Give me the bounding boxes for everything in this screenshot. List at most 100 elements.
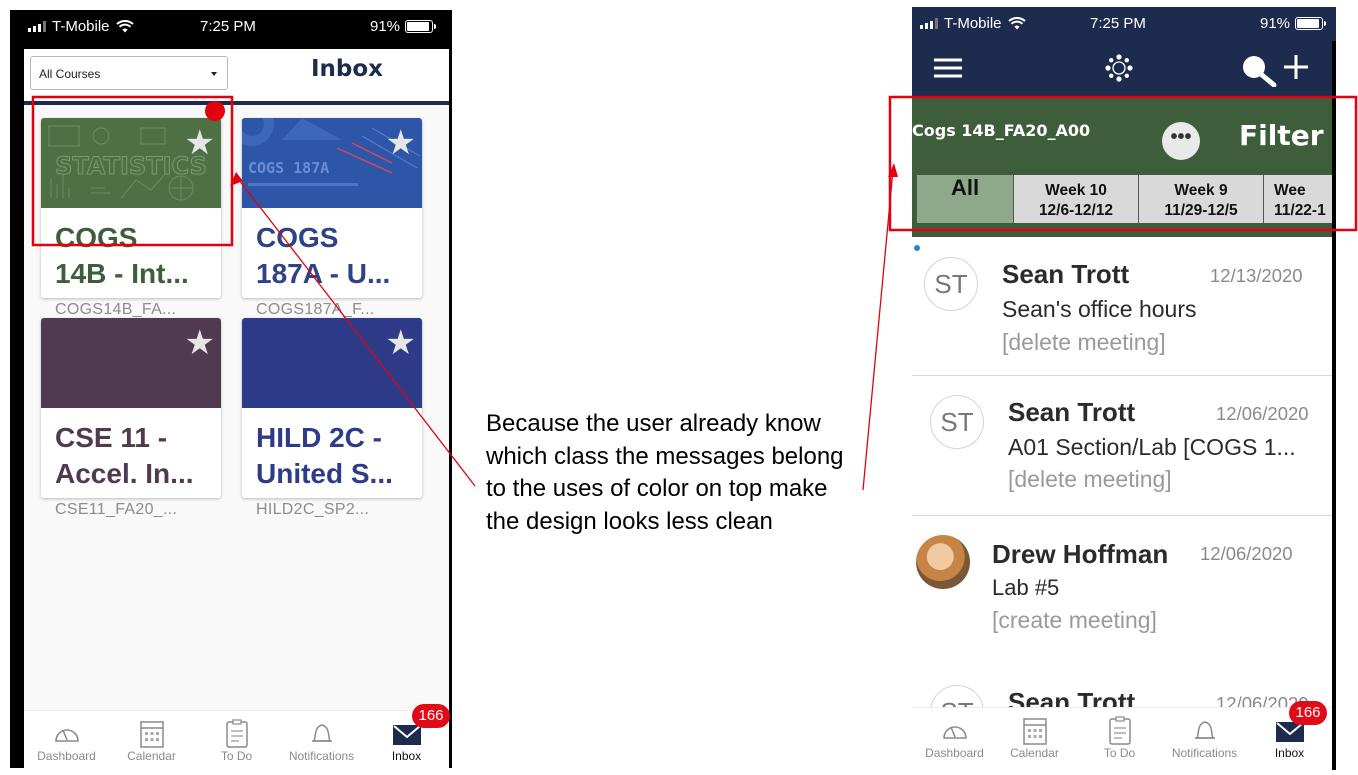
search-icon[interactable]: [1240, 53, 1278, 87]
todo-icon: [1108, 716, 1131, 745]
annotation-note: Because the user already know which clas…: [486, 410, 844, 535]
tab-notifications[interactable]: Notifications: [1162, 708, 1247, 770]
message-meeting-status[interactable]: [delete meeting]: [1002, 329, 1166, 356]
screenshot-stage: T-Mobile 7:25 PM 91% All Courses Inbox S…: [0, 0, 1358, 775]
tab-calendar[interactable]: Calendar: [992, 708, 1077, 770]
week-tab-label: Wee: [1274, 182, 1306, 199]
canvas-logo-icon: [1105, 54, 1133, 82]
inbox-icon: [392, 725, 421, 745]
page-title: Inbox: [310, 56, 384, 82]
message-item[interactable]: ST Sean Trott 12/06/2020 A01 Section/Lab…: [912, 377, 1332, 517]
tab-calendar[interactable]: Calendar: [109, 711, 194, 768]
tab-label: To Do: [1103, 746, 1136, 760]
course-card-title: COGS 14B - Int...: [55, 222, 189, 289]
right-phone-screen: T-Mobile 7:25 PM 91% Cogs 14B_FA20_A00 •…: [912, 7, 1336, 770]
carrier-name: T-Mobile: [944, 15, 1002, 32]
signal-icon: [28, 21, 46, 32]
favorite-star-icon[interactable]: ★: [185, 126, 215, 160]
course-card-cogs14b[interactable]: STATISTICS ★ COGS 14B - Int...: [41, 118, 221, 298]
bell-icon: [311, 724, 332, 742]
favorite-star-icon[interactable]: ★: [185, 326, 215, 360]
course-name: Cogs 14B_FA20_A00: [912, 121, 1091, 140]
bell-icon: [1194, 721, 1215, 739]
wifi-icon: [115, 20, 134, 33]
todo-icon: [225, 719, 248, 748]
week-tabs: All Week 10 12/6-12/12 Week 9 11/29-12/5…: [916, 175, 1332, 223]
carrier-name: T-Mobile: [52, 18, 110, 35]
divider: [912, 375, 1332, 376]
favorite-star-icon[interactable]: ★: [386, 126, 416, 160]
message-date: 12/06/2020: [1200, 543, 1293, 564]
course-code: COGS187A_F...: [256, 301, 375, 318]
course-filter-dropdown[interactable]: All Courses: [30, 56, 228, 90]
week-tab-label: All: [950, 175, 980, 200]
battery-percent: 91%: [370, 18, 401, 35]
avatar-photo: [916, 535, 970, 589]
message-list: ST Sean Trott 12/13/2020 Sean's office h…: [912, 237, 1332, 707]
tab-label: Notifications: [1171, 746, 1238, 760]
battery-group: 91%: [1260, 15, 1327, 32]
carrier-group: T-Mobile: [920, 15, 1026, 32]
course-card-cogs187a[interactable]: COGS 187A ★ COGS 187A - U...: [242, 118, 422, 298]
tab-label: Dashboard: [37, 749, 96, 763]
avatar: ST: [930, 395, 984, 449]
clock: 7:25 PM: [1090, 15, 1146, 32]
course-card-image: ★: [41, 318, 221, 408]
more-options-button[interactable]: •••: [1162, 122, 1200, 160]
week-tab-8[interactable]: Wee 11/22-1: [1263, 175, 1332, 223]
message-sender: Sean Trott: [1008, 687, 1136, 707]
course-grid: STATISTICS ★ COGS 14B - Int... COGS14B_F…: [24, 105, 449, 710]
course-code: HILD2C_SP2...: [256, 501, 370, 518]
tab-label: To Do: [220, 749, 253, 763]
course-card-cse11[interactable]: ★ CSE 11 - Accel. In...: [41, 318, 221, 498]
inbox-header: All Courses Inbox: [24, 49, 449, 105]
course-code: CSE11_FA20_...: [55, 501, 178, 518]
course-filter-bar: Cogs 14B_FA20_A00 ••• Filter All Week 10…: [912, 97, 1332, 237]
compose-plus-icon[interactable]: [1282, 53, 1310, 81]
message-date: 12/06/2020: [1216, 403, 1309, 424]
tab-todo[interactable]: To Do: [1077, 708, 1162, 770]
message-meeting-status[interactable]: [delete meeting]: [1008, 466, 1172, 493]
course-filter-value: All Courses: [39, 67, 101, 81]
course-card-hild2c[interactable]: ★ HILD 2C - United S...: [242, 318, 422, 498]
message-subject: A01 Section/Lab [COGS 1...: [1008, 434, 1296, 460]
tab-notifications[interactable]: Notifications: [279, 711, 364, 768]
message-sender: Sean Trott: [1002, 259, 1130, 289]
tab-label: Notifications: [288, 749, 355, 763]
battery-percent: 91%: [1260, 15, 1291, 32]
message-item[interactable]: Drew Hoffman 12/06/2020 Lab #5 [create m…: [912, 519, 1332, 659]
week-tab-10[interactable]: Week 10 12/6-12/12: [1013, 175, 1138, 223]
week-tab-9[interactable]: Week 9 11/29-12/5: [1138, 175, 1263, 223]
divider: [912, 515, 1332, 516]
tab-dashboard[interactable]: Dashboard: [912, 708, 997, 770]
avatar: ST: [924, 257, 978, 311]
favorite-star-icon[interactable]: ★: [386, 326, 416, 360]
clock: 7:25 PM: [200, 18, 256, 35]
calendar-icon: [1022, 718, 1047, 745]
course-code: COGS14B_FA...: [55, 301, 177, 318]
tab-bar: Dashboard Calendar To Do Notifications 1…: [912, 701, 1332, 770]
tab-dashboard[interactable]: Dashboard: [24, 711, 109, 768]
tab-inbox[interactable]: 166 Inbox: [364, 704, 450, 768]
top-nav-bar: [912, 41, 1332, 97]
course-card-image: STATISTICS ★: [41, 118, 221, 208]
message-subject: Lab #5: [992, 575, 1060, 600]
tab-inbox[interactable]: 166 Inbox: [1247, 701, 1332, 770]
message-date: 12/13/2020: [1210, 265, 1303, 286]
left-phone-screen: T-Mobile 7:25 PM 91% All Courses Inbox S…: [10, 10, 452, 768]
chevron-down-icon: [211, 72, 217, 76]
message-meeting-status[interactable]: [create meeting]: [992, 607, 1157, 634]
tab-label: Dashboard: [925, 746, 984, 760]
filter-button[interactable]: Filter: [1239, 119, 1324, 152]
signal-icon: [920, 18, 938, 29]
svg-text:COGS 187A: COGS 187A: [248, 159, 329, 177]
message-item[interactable]: ST Sean Trott 12/13/2020 Sean's office h…: [912, 237, 1332, 377]
message-sender: Drew Hoffman: [992, 539, 1169, 569]
hamburger-menu-icon[interactable]: [934, 57, 962, 79]
week-tab-all[interactable]: All: [916, 175, 1013, 223]
tab-todo[interactable]: To Do: [194, 711, 279, 768]
inbox-unread-badge: 166: [1289, 701, 1327, 725]
dashboard-icon: [942, 726, 967, 739]
course-card-title: CSE 11 - Accel. In...: [55, 422, 194, 489]
message-item[interactable]: ST Sean Trott 12/06/2020: [912, 677, 1332, 707]
